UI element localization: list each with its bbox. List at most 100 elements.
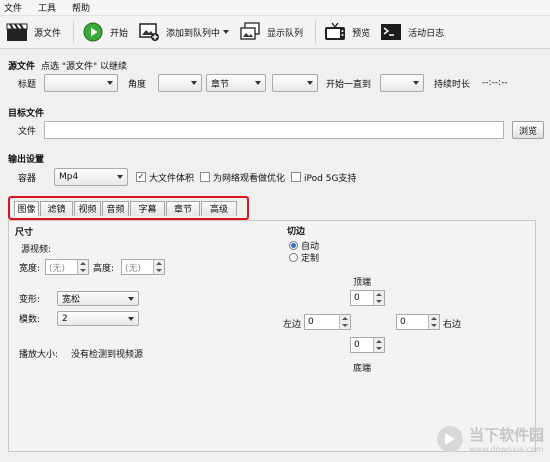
container-select[interactable]: Mp4	[54, 168, 128, 186]
spinner-arrows-icon[interactable]	[77, 260, 88, 274]
ipod-checkbox[interactable]: iPod 5G支持	[291, 171, 356, 184]
display-size-label: 播放大小:	[19, 350, 59, 360]
picture-panel: 尺寸 源视频: 宽度: (无) 高度: (无) 变形: 宽松 模数: 2 播放大…	[8, 220, 536, 452]
tab-advanced[interactable]: 高级	[201, 200, 237, 216]
add-to-queue-button[interactable]: 添加到队列中	[138, 21, 230, 43]
chevron-down-icon	[117, 175, 123, 179]
tab-filters[interactable]: 滤镜	[40, 200, 73, 216]
radio-selected[interactable]	[289, 241, 298, 250]
anamorphic-select[interactable]: 宽松	[57, 291, 139, 306]
modulus-value: 2	[62, 313, 68, 324]
chevron-down-icon	[128, 296, 134, 301]
angle-label: 角度	[128, 79, 147, 90]
crop-left-spinner[interactable]: 0	[304, 314, 351, 330]
crop-custom-radio[interactable]: 定制	[289, 251, 319, 264]
terminal-icon	[380, 21, 402, 43]
title-select[interactable]	[44, 74, 118, 92]
anamorphic-row: 变形: 宽松	[19, 291, 139, 306]
modulus-row: 模数: 2	[19, 311, 139, 326]
crop-top-label: 顶端	[353, 278, 372, 288]
chevron-down-icon	[255, 81, 261, 85]
width-spinner[interactable]: (无)	[45, 259, 89, 275]
crop-bottom-label: 底端	[353, 364, 372, 374]
show-queue-label: 显示队列	[267, 28, 304, 39]
source-hint: 点选 "源文件" 以继续	[41, 62, 128, 72]
checkbox-unchecked[interactable]	[200, 172, 211, 182]
crop-top-spinner[interactable]: 0	[350, 290, 385, 306]
crop-right-spinner[interactable]: 0	[396, 314, 440, 330]
tab-bar: 图像 滤镜 视频 音频 字幕 章节 高级	[8, 196, 249, 220]
destination-row: 文件 浏览	[18, 121, 548, 139]
range-start-select[interactable]	[272, 74, 318, 92]
range-end-select[interactable]	[380, 74, 424, 92]
range-type-value: 章节	[211, 79, 230, 90]
preview-button[interactable]: 预览	[324, 21, 370, 43]
play-icon	[82, 21, 104, 43]
chevron-down-icon	[413, 81, 419, 85]
large-file-checkbox[interactable]: ✓ 大文件体积	[136, 171, 194, 184]
modulus-select[interactable]: 2	[57, 311, 139, 326]
tab-subtitles[interactable]: 字幕	[130, 200, 165, 216]
crop-custom-label: 定制	[301, 254, 320, 264]
spinner-arrows-icon[interactable]	[373, 291, 384, 305]
source-row: 标题 角度 章节 开始一直到 持续时长 --:--:--	[18, 74, 548, 92]
size-heading: 尺寸	[15, 228, 34, 238]
tv-icon	[324, 21, 346, 43]
crop-top-value: 0	[354, 293, 360, 303]
activity-log-button[interactable]: 活动日志	[380, 21, 444, 43]
duration-label: 持续时长	[434, 79, 471, 90]
checkbox-checked[interactable]: ✓	[136, 172, 146, 182]
output-row: 容器 Mp4 ✓ 大文件体积 为网络观看做优化 iPod 5G支持	[18, 168, 356, 186]
tab-chapters[interactable]: 章节	[166, 200, 200, 216]
watermark-url: www.downxia.com	[468, 445, 544, 454]
web-optimize-checkbox[interactable]: 为网络观看做优化	[200, 171, 285, 184]
size-row: 宽度: (无) 高度: (无)	[19, 259, 165, 275]
activity-log-label: 活动日志	[408, 28, 445, 39]
range-type-select[interactable]: 章节	[206, 74, 266, 92]
file-label: 文件	[18, 126, 37, 137]
tab-audio[interactable]: 音频	[102, 200, 129, 216]
height-spinner[interactable]: (无)	[121, 259, 165, 275]
width-label: 宽度:	[19, 263, 41, 274]
source-video-label: 源视频:	[21, 245, 52, 255]
menu-help[interactable]: 帮助	[72, 1, 90, 14]
source-button[interactable]: 源文件	[6, 21, 61, 43]
app-window: 文件 工具 帮助 源文件 开始 添加到队列中 显示队列 预览 活动日志 源文件 …	[0, 0, 550, 462]
display-size-value: 没有检测到视频源	[71, 350, 144, 360]
container-label: 容器	[18, 173, 37, 184]
radio-unselected[interactable]	[289, 253, 298, 262]
angle-select[interactable]	[158, 74, 202, 92]
spinner-arrows-icon[interactable]	[373, 338, 384, 352]
watermark-brand: 当下软件园	[468, 426, 544, 444]
downxia-logo-icon	[436, 426, 463, 452]
tab-video[interactable]: 视频	[74, 200, 101, 216]
tab-picture[interactable]: 图像	[14, 200, 39, 216]
chevron-down-icon[interactable]	[223, 27, 230, 37]
chevron-down-icon	[128, 316, 134, 321]
start-button[interactable]: 开始	[82, 21, 128, 43]
toolbar-separator	[73, 21, 75, 43]
crop-bottom-spinner[interactable]: 0	[350, 337, 385, 353]
title-label: 标题	[18, 79, 37, 90]
start-until-label: 开始一直到	[326, 79, 372, 90]
browse-button[interactable]: 浏览	[512, 121, 544, 139]
start-label: 开始	[110, 28, 129, 39]
spinner-arrows-icon[interactable]	[339, 315, 350, 329]
show-queue-button[interactable]: 显示队列	[239, 21, 303, 43]
destination-heading: 目标文件	[8, 109, 45, 119]
chevron-down-icon	[107, 81, 113, 85]
checkbox-unchecked[interactable]	[291, 172, 302, 182]
add-queue-label: 添加到队列中	[166, 28, 221, 39]
web-optimize-label: 为网络观看做优化	[213, 173, 286, 184]
menu-file[interactable]: 文件	[4, 1, 22, 14]
spinner-arrows-icon[interactable]	[153, 260, 164, 274]
chevron-down-icon	[307, 81, 313, 85]
spinner-arrows-icon[interactable]	[428, 315, 439, 329]
menu-tools[interactable]: 工具	[38, 1, 56, 14]
file-path-input[interactable]	[44, 121, 504, 139]
crop-right-label: 右边	[443, 320, 462, 330]
ipod-label: iPod 5G支持	[304, 173, 357, 184]
menu-bar: 文件 工具 帮助	[0, 0, 550, 16]
crop-left-label: 左边	[283, 320, 302, 330]
height-value: (无)	[125, 263, 142, 274]
